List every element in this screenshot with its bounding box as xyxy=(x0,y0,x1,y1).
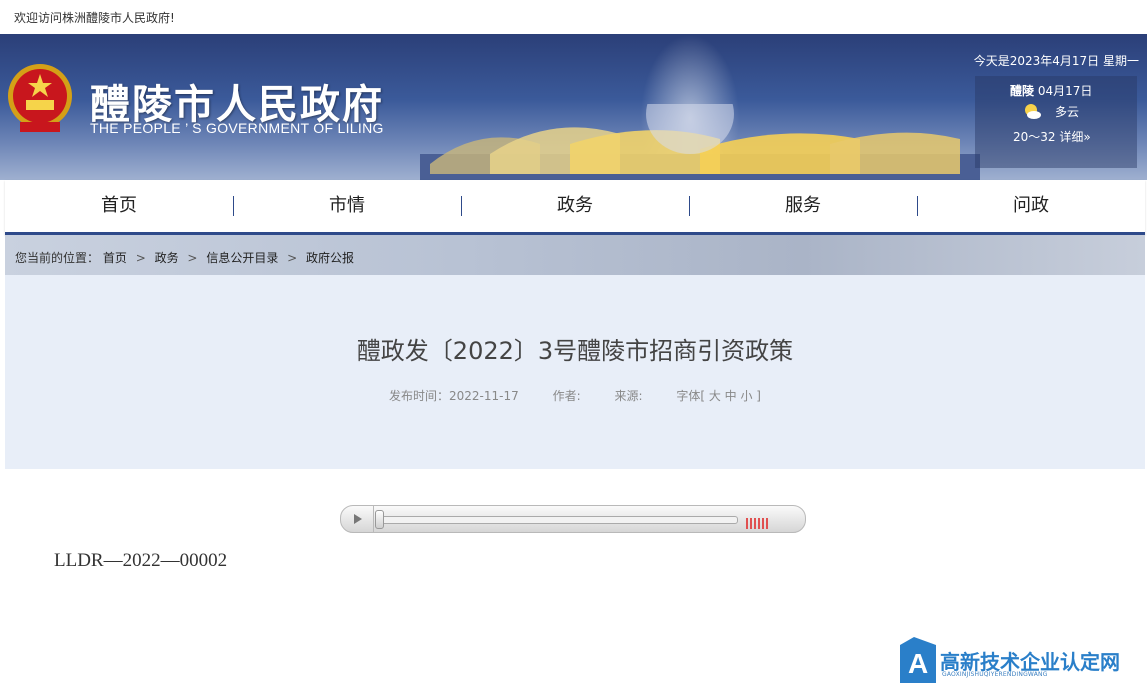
breadcrumb-home[interactable]: 首页 xyxy=(103,251,127,265)
nav-item-services[interactable]: 服务 xyxy=(689,180,917,232)
nav-item-city-info[interactable]: 市情 xyxy=(233,180,461,232)
breadcrumb-separator: > xyxy=(135,251,146,265)
weather-temperature: 20～32 详细» xyxy=(1013,128,1091,145)
progress-track[interactable] xyxy=(378,516,738,524)
author-label: 作者: xyxy=(552,389,581,403)
breadcrumb-disclosure-catalog[interactable]: 信息公开目录 xyxy=(206,251,278,265)
breadcrumb: 您当前的位置： 首页 > 政务 > 信息公开目录 > 政府公报 xyxy=(15,249,354,266)
breadcrumb-government-affairs[interactable]: 政务 xyxy=(155,251,179,265)
publish-date: 发布时间：2022-11-17 xyxy=(389,389,519,403)
play-icon xyxy=(354,514,362,524)
weather-city: 醴陵 xyxy=(1010,84,1035,98)
document-number: LLDR—2022—00002 xyxy=(54,550,228,571)
header-banner: 醴陵市人民政府 THE PEOPLE ’ S GOVERNMENT OF LIL… xyxy=(0,34,1147,180)
main-nav: 首页 市情 政务 服务 问政 xyxy=(5,180,1145,235)
breadcrumb-gazette[interactable]: 政府公报 xyxy=(306,251,354,265)
current-date: 今天是2023年4月17日 星期一 xyxy=(973,54,1139,68)
weather-temp-range: 20～32 xyxy=(1013,130,1056,144)
weather-location: 醴陵 04月17日 xyxy=(1010,82,1092,99)
weather-widget: 醴陵 04月17日 多云 20～32 详细» xyxy=(975,76,1137,168)
article-header: 醴政发〔2022〕3号醴陵市招商引资政策 发布时间：2022-11-17 作者:… xyxy=(5,275,1145,469)
volume-indicator[interactable] xyxy=(746,514,770,533)
sun-cloud-icon xyxy=(1025,104,1041,119)
national-emblem-icon xyxy=(8,64,72,132)
article-title: 醴政发〔2022〕3号醴陵市招商引资政策 xyxy=(356,337,794,365)
weather-detail-link[interactable]: 详细» xyxy=(1059,130,1090,144)
nav-item-government-affairs[interactable]: 政务 xyxy=(461,180,689,232)
breadcrumb-separator: > xyxy=(287,251,298,265)
watermark-logo: A 高新技术企业认定网 GAOXINJISHUQIYERENDINGWANG xyxy=(900,637,1147,686)
source-label: 来源: xyxy=(614,389,643,403)
progress-handle[interactable] xyxy=(375,510,384,529)
svg-text:A: A xyxy=(908,648,928,679)
breadcrumb-separator: > xyxy=(187,251,198,265)
breadcrumb-label: 您当前的位置： xyxy=(15,251,100,265)
watermark-a-icon: A xyxy=(900,637,936,683)
play-button[interactable] xyxy=(341,506,374,532)
weather-condition: 多云 xyxy=(1055,105,1080,119)
welcome-bar: 欢迎访问株洲醴陵市人民政府! xyxy=(0,0,1147,35)
article-meta: 发布时间：2022-11-17 作者: 来源: 字体[ 大 中 小 ] xyxy=(5,387,1145,404)
weather-date: 04月17日 xyxy=(1037,84,1093,98)
nav-item-home[interactable]: 首页 xyxy=(5,180,233,232)
site-subtitle-en: THE PEOPLE ’ S GOVERNMENT OF LILING xyxy=(90,120,384,136)
watermark-pinyin: GAOXINJISHUQIYERENDINGWANG xyxy=(942,671,1048,678)
font-size-control[interactable]: 字体[ 大 中 小 ] xyxy=(676,389,761,403)
breadcrumb-bar: 您当前的位置： 首页 > 政务 > 信息公开目录 > 政府公报 xyxy=(5,235,1145,275)
cityscape-illustration xyxy=(420,104,980,180)
welcome-text: 欢迎访问株洲醴陵市人民政府! xyxy=(14,11,175,25)
audio-player xyxy=(340,505,806,533)
nav-item-inquiry[interactable]: 问政 xyxy=(917,180,1145,232)
